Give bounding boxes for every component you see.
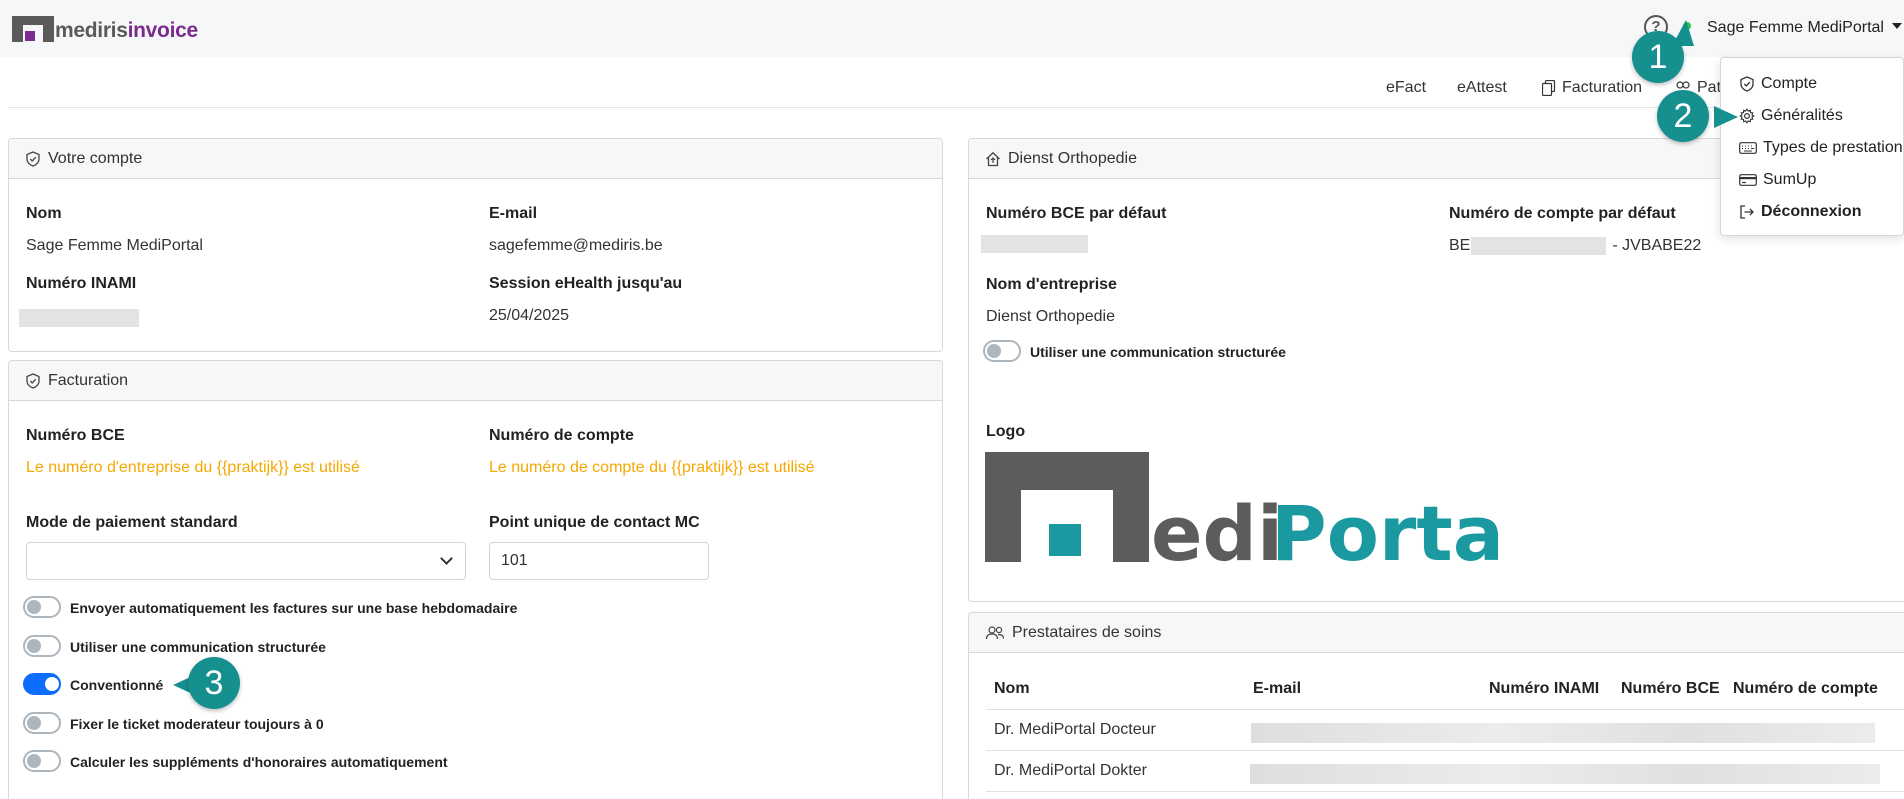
providers-card-title: Prestataires de soins — [1012, 623, 1162, 641]
default-account-label: Numéro de compte par défaut — [1449, 205, 1676, 222]
table-row-divider — [986, 750, 1904, 751]
bce-label: Numéro BCE — [26, 427, 125, 444]
toggle-practice-structured-communication-label: Utiliser une communication structurée — [1030, 344, 1286, 360]
svg-text:edi: edi — [1151, 489, 1283, 562]
callout-badge-1: 1 — [1632, 31, 1684, 83]
inami-value-redacted — [19, 309, 139, 327]
toggle-conventionne[interactable] — [23, 673, 61, 695]
email-value: sagefemme@mediris.be — [489, 237, 663, 254]
toggle-structured-communication-label: Utiliser une communication structurée — [70, 639, 326, 655]
menu-item-compte[interactable]: Compte — [1739, 75, 1817, 93]
payment-mode-select[interactable] — [26, 542, 466, 580]
logo-mark — [12, 16, 54, 42]
user-menu-toggle[interactable]: Sage Femme MediPortal — [1707, 19, 1902, 37]
provider-row-1-redacted — [1251, 723, 1875, 743]
provider-row-1-name[interactable]: Dr. MediPortal Docteur — [994, 721, 1156, 739]
menu-item-generalites[interactable]: Généralités — [1739, 107, 1843, 125]
company-name-label: Nom d'entreprise — [986, 276, 1117, 293]
copy-icon — [1542, 80, 1556, 96]
default-bce-redacted — [981, 235, 1088, 253]
nav-facturation[interactable]: Facturation — [1542, 79, 1642, 97]
provider-row-2-name[interactable]: Dr. MediPortal Dokter — [994, 762, 1147, 780]
logo-label: Logo — [986, 423, 1026, 440]
logout-icon — [1740, 205, 1754, 219]
providers-card: Prestataires de soins Nom E-mail Numéro … — [968, 612, 1904, 799]
provider-row-2-redacted — [1250, 764, 1880, 784]
email-label: E-mail — [489, 205, 538, 222]
toggle-ticket-moderateur-label: Fixer le ticket moderateur toujours à 0 — [70, 716, 324, 732]
col-header-inami[interactable]: Numéro INAMI — [1489, 680, 1599, 698]
toggle-fee-supplements[interactable] — [23, 750, 61, 772]
chevron-down-icon — [440, 552, 453, 565]
menu-item-deconnexion[interactable]: Déconnexion — [1739, 203, 1861, 221]
contact-point-input[interactable]: 101 — [489, 542, 709, 580]
toggle-practice-structured-communication[interactable] — [983, 340, 1021, 362]
toggle-conventionne-label: Conventionné — [70, 677, 164, 693]
inami-label: Numéro INAMI — [26, 275, 137, 292]
account-card-header: Votre compte — [9, 139, 942, 179]
default-account-value: BE - JVBABE22 — [1449, 237, 1702, 255]
shield-check-icon — [26, 372, 40, 389]
users-icon — [985, 625, 1005, 639]
toggle-weekly-invoices-label: Envoyer automatiquement les factures sur… — [70, 600, 518, 616]
top-bar: medirisinvoice ? Sage Femme MediPortal — [0, 0, 1904, 57]
gear-icon — [1739, 108, 1755, 124]
shield-check-icon — [1740, 76, 1754, 92]
nav-efact[interactable]: eFact — [1386, 79, 1426, 97]
user-dropdown-menu: Compte Généralités Types de prestation S… — [1720, 57, 1904, 236]
name-label: Nom — [26, 205, 62, 222]
account-number-label: Numéro de compte — [489, 427, 634, 444]
account-redacted — [1471, 237, 1607, 255]
logo-text: medirisinvoice — [55, 19, 198, 42]
account-card-title: Votre compte — [48, 149, 143, 167]
col-header-email[interactable]: E-mail — [1253, 680, 1301, 698]
toggle-weekly-invoices[interactable] — [23, 596, 61, 618]
default-bce-label: Numéro BCE par défaut — [986, 205, 1167, 222]
bce-warning: Le numéro d'entreprise du {{praktijk}} e… — [26, 459, 360, 476]
session-label: Session eHealth jusqu'au — [489, 275, 683, 292]
svg-text:Portal: Portal — [1271, 489, 1500, 562]
caret-down-icon — [1891, 23, 1902, 29]
credit-card-icon — [1739, 174, 1757, 186]
shield-check-icon — [26, 150, 40, 167]
col-header-account[interactable]: Numéro de compte — [1733, 680, 1878, 698]
table-header-divider — [986, 709, 1904, 710]
billing-card: Facturation Numéro BCE Le numéro d'entre… — [8, 360, 943, 799]
toggle-ticket-moderateur[interactable] — [23, 712, 61, 734]
app-logo[interactable]: medirisinvoice — [12, 14, 198, 42]
toggle-structured-communication[interactable] — [23, 635, 61, 657]
payment-mode-label: Mode de paiement standard — [26, 514, 238, 531]
account-number-warning: Le numéro de compte du {{praktijk}} est … — [489, 459, 815, 476]
menu-item-types-prestation[interactable]: Types de prestation — [1739, 139, 1903, 157]
practice-logo-image: edi Portal — [985, 452, 1530, 578]
table-row-divider — [986, 791, 1904, 792]
callout-badge-3: 3 — [188, 657, 240, 709]
menu-item-sumup[interactable]: SumUp — [1739, 171, 1816, 189]
company-name-value: Dienst Orthopedie — [986, 308, 1115, 325]
billing-card-header: Facturation — [9, 361, 942, 401]
nav-eattest[interactable]: eAttest — [1457, 79, 1507, 97]
name-value: Sage Femme MediPortal — [26, 237, 203, 254]
providers-card-header: Prestataires de soins — [969, 613, 1904, 653]
practice-card-title: Dienst Orthopedie — [1008, 149, 1137, 167]
keyboard-icon — [1739, 142, 1757, 154]
callout-badge-2: 2 — [1657, 90, 1709, 142]
callout-2-pointer — [1714, 106, 1738, 128]
col-header-bce[interactable]: Numéro BCE — [1621, 680, 1720, 698]
billing-card-title: Facturation — [48, 371, 129, 389]
col-header-name[interactable]: Nom — [994, 680, 1030, 698]
nav-divider — [8, 107, 1904, 108]
toggle-fee-supplements-label: Calculer les suppléments d'honoraires au… — [70, 754, 448, 770]
session-value: 25/04/2025 — [489, 307, 570, 324]
contact-point-label: Point unique de contact MC — [489, 514, 700, 531]
account-card: Votre compte Nom Sage Femme MediPortal E… — [8, 138, 943, 352]
house-icon — [986, 151, 1000, 166]
